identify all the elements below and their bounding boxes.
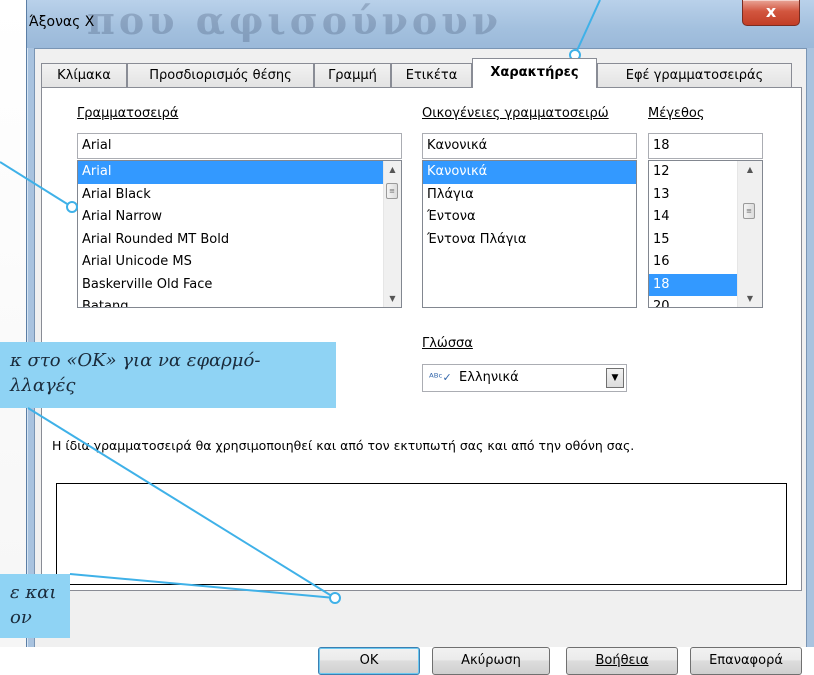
chevron-down-icon[interactable]: ▼: [606, 368, 624, 388]
size-list-item[interactable]: 14: [649, 206, 737, 229]
info-text: Η ίδια γραμματοσειρά θα χρησιμοποιηθεί κ…: [52, 438, 635, 453]
size-label: Μέγεθος: [648, 106, 705, 121]
size-input[interactable]: 18: [648, 133, 763, 159]
tab-font-effects[interactable]: Εφέ γραμματοσειράς: [597, 63, 792, 87]
scroll-down-icon[interactable]: ▼: [738, 290, 762, 307]
font-list-item[interactable]: Arial Rounded MT Bold: [78, 229, 401, 252]
cancel-button[interactable]: Ακύρωση: [432, 647, 550, 675]
dialog-title: Άξονας Χ: [29, 14, 95, 30]
language-value: Ελληνικά: [459, 370, 519, 385]
font-list-item[interactable]: Arial Narrow: [78, 206, 401, 229]
size-list-item[interactable]: 12: [649, 161, 737, 184]
language-select[interactable]: ᴬᴮᶜ✓ Ελληνικά ▼: [422, 364, 627, 392]
size-list-item[interactable]: 13: [649, 184, 737, 207]
font-list-item[interactable]: Batang: [78, 296, 401, 307]
scroll-up-icon[interactable]: ▲: [738, 161, 762, 178]
title-bar: που αφισούνουν Άξονας Χ x: [27, 0, 814, 48]
style-list-item[interactable]: Κανονικά: [423, 161, 636, 184]
callout-text-line: ε και: [10, 582, 57, 603]
ok-button[interactable]: OK: [318, 647, 420, 675]
annotation-callout: κ στο «OK» για να εφαρμό- λλαγές: [0, 342, 336, 408]
font-list-item[interactable]: Baskerville Old Face: [78, 274, 401, 297]
dialog-window: που αφισούνουν Άξονας Χ x Κλίμακα Προσδι…: [26, 0, 814, 675]
size-list-item[interactable]: 16: [649, 251, 737, 274]
tab-label[interactable]: Ετικέτα: [391, 63, 472, 87]
size-list-scrollbar[interactable]: ▲ ≡ ▼: [737, 161, 762, 307]
callout-text-line: κ στο «OK» για να εφαρμό-: [10, 350, 261, 371]
callout-text-line: λλαγές: [10, 375, 76, 396]
scroll-up-icon[interactable]: ▲: [384, 161, 401, 178]
font-list[interactable]: Arial Arial Black Arial Narrow Arial Rou…: [77, 160, 402, 308]
style-label: Οικογένειες γραμματοσειρώ: [422, 106, 609, 121]
help-button[interactable]: Βοήθεια: [566, 647, 678, 675]
reset-button[interactable]: Επαναφορά: [690, 647, 802, 675]
language-label: Γλώσσα: [422, 336, 473, 351]
scroll-thumb[interactable]: ≡: [386, 183, 398, 199]
size-list-item[interactable]: 20: [649, 296, 737, 307]
style-list-item[interactable]: Πλάγια: [423, 184, 636, 207]
size-list-item[interactable]: 15: [649, 229, 737, 252]
annotation-callout: ε και ον: [0, 574, 70, 638]
size-list-item[interactable]: 18: [649, 273, 737, 296]
font-list-scrollbar[interactable]: ▲ ≡ ▼: [383, 161, 401, 307]
tab-line[interactable]: Γραμμή: [314, 63, 391, 87]
background-watermark: που αφισούνουν: [87, 0, 502, 43]
close-button[interactable]: x: [742, 0, 800, 26]
font-label: Γραμματοσειρά: [77, 106, 179, 121]
scroll-thumb[interactable]: ≡: [743, 203, 755, 219]
style-list-item[interactable]: Έντονα Πλάγια: [423, 229, 636, 252]
size-list[interactable]: 12 13 14 15 16 18 20 ▲ ≡ ▼: [648, 160, 763, 308]
style-input[interactable]: Κανονικά: [422, 133, 637, 159]
scroll-down-icon[interactable]: ▼: [384, 290, 401, 307]
spellcheck-icon: ᴬᴮᶜ✓: [429, 371, 452, 384]
font-list-item[interactable]: Arial Unicode MS: [78, 251, 401, 274]
font-list-item[interactable]: Arial Black: [78, 184, 401, 207]
tab-positioning[interactable]: Προσδιορισμός θέσης: [127, 63, 314, 87]
tab-characters[interactable]: Χαρακτήρες: [472, 58, 597, 88]
font-list-item[interactable]: Arial: [78, 161, 401, 184]
style-list-item[interactable]: Έντονα: [423, 206, 636, 229]
callout-text-line: ον: [10, 607, 32, 628]
font-preview: [56, 483, 787, 585]
tab-scale[interactable]: Κλίμακα: [41, 63, 127, 87]
font-input[interactable]: Arial: [77, 133, 402, 159]
style-list[interactable]: Κανονικά Πλάγια Έντονα Έντονα Πλάγια: [422, 160, 637, 308]
characters-panel: Γραμματοσειρά Arial Arial Arial Black Ar…: [41, 87, 802, 591]
